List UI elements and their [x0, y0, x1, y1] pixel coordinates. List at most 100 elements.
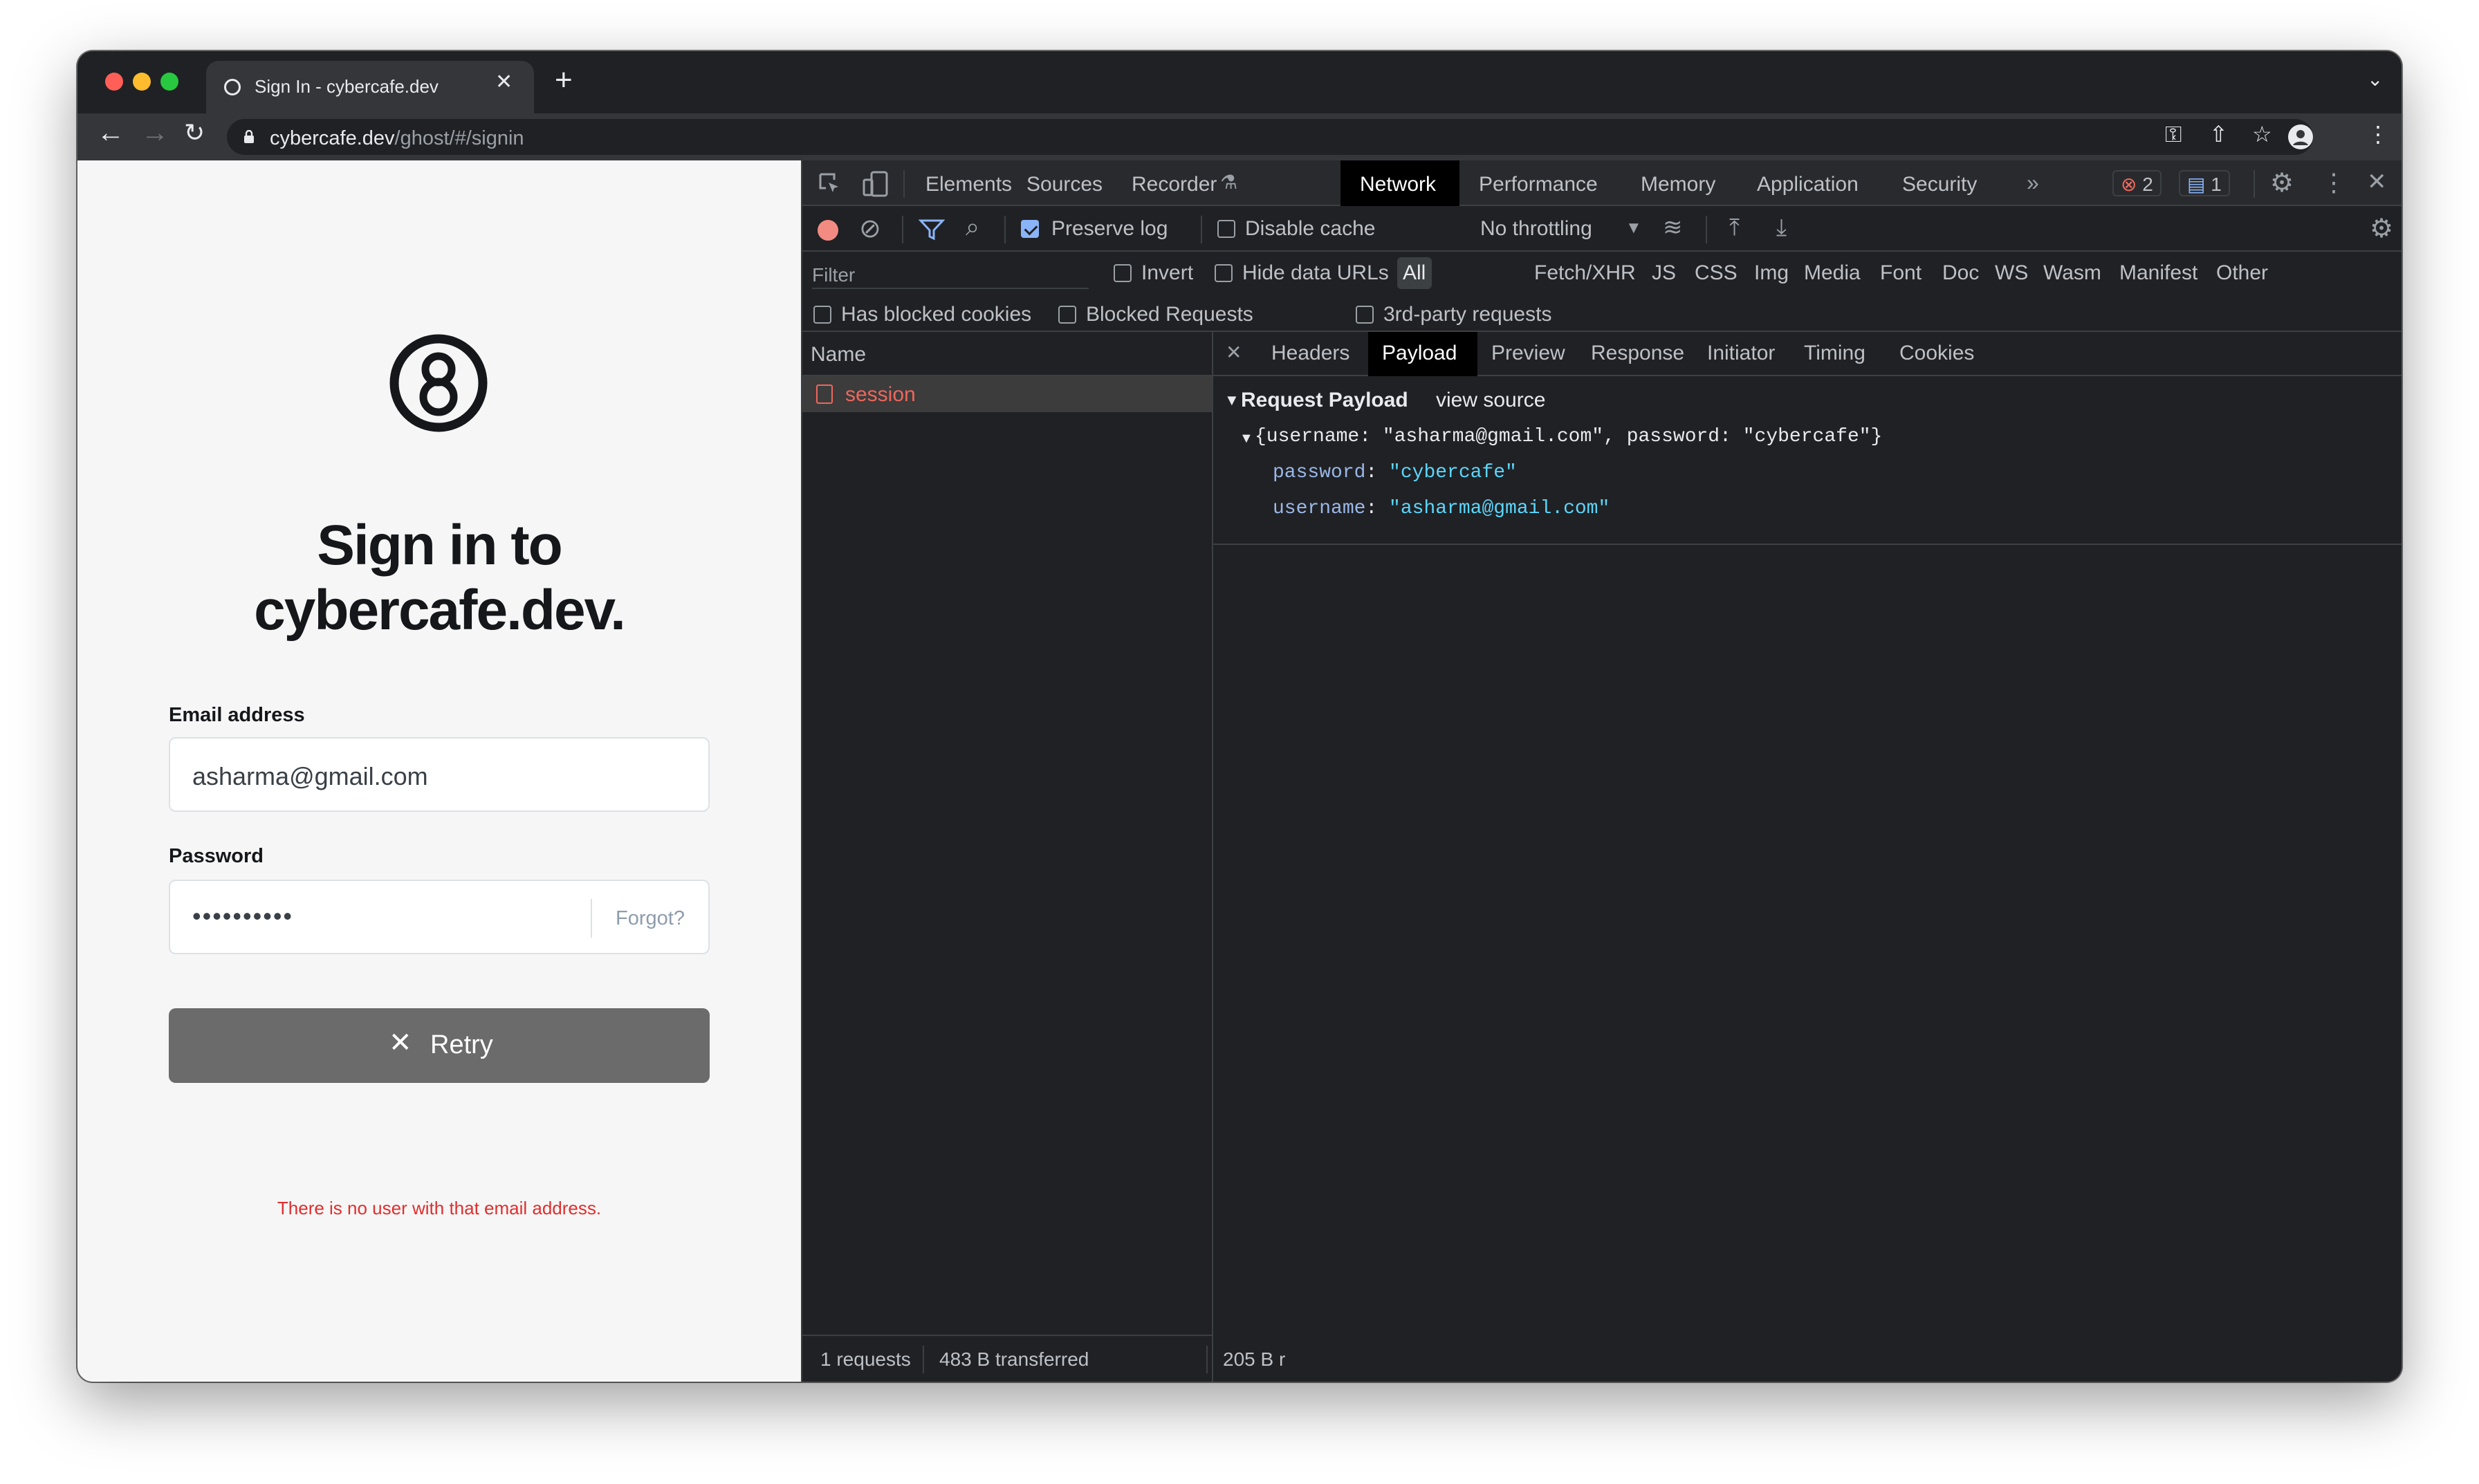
network-conditions-icon[interactable]: ≋: [1663, 216, 1683, 239]
payload-colon: :: [1365, 498, 1390, 519]
record-button[interactable]: [818, 220, 838, 241]
forgot-link[interactable]: Forgot?: [616, 907, 685, 930]
detail-tab-response[interactable]: Response: [1591, 342, 1684, 365]
tab-elements[interactable]: Elements: [925, 173, 1012, 196]
detail-tab-cookies[interactable]: Cookies: [1899, 342, 1974, 365]
tab-recorder[interactable]: Recorder: [1132, 173, 1217, 196]
tab-application[interactable]: Application: [1757, 173, 1859, 196]
globe-icon: [224, 79, 241, 95]
payload-field-value: "asharma@gmail.com": [1389, 498, 1610, 519]
view-source-link[interactable]: view source: [1436, 389, 1545, 412]
payload-section-title[interactable]: Request Payload: [1241, 389, 1408, 412]
search-icon[interactable]: ⌕: [966, 214, 979, 239]
detail-tab-initiator[interactable]: Initiator: [1707, 342, 1775, 365]
error-badge[interactable]: ⊗ 2: [2112, 170, 2162, 196]
type-filter-doc[interactable]: Doc: [1942, 261, 1979, 285]
close-tab-icon[interactable]: ✕: [495, 72, 513, 93]
type-filter-media[interactable]: Media: [1804, 261, 1861, 285]
signin-heading-line2: cybercafe.dev.: [254, 579, 626, 642]
disable-cache-checkbox[interactable]: [1217, 220, 1235, 238]
browser-toolbar: ← → ↻ cybercafe.dev/ghost/#/signin ⚿ ⇧ ☆…: [77, 113, 2402, 160]
blocked-requests-checkbox[interactable]: [1058, 306, 1076, 324]
ghost-logo-icon: [389, 334, 488, 432]
expand-object-icon[interactable]: ▼: [1240, 432, 1253, 445]
tab-memory[interactable]: Memory: [1641, 173, 1715, 196]
toolbar-divider: [1201, 216, 1202, 243]
throttling-select[interactable]: No throttling: [1480, 217, 1592, 241]
request-row[interactable]: session: [802, 376, 1212, 412]
type-filter-wasm[interactable]: Wasm: [2043, 261, 2101, 285]
dropdown-arrow-icon[interactable]: ▼: [1625, 220, 1642, 236]
zoom-window-button[interactable]: [160, 73, 178, 91]
type-filter-manifest[interactable]: Manifest: [2119, 261, 2197, 285]
profile-icon[interactable]: [2288, 124, 2313, 149]
toolbar-divider: [1706, 216, 1707, 243]
status-divider: [923, 1346, 924, 1373]
hide-data-urls-checkbox[interactable]: [1215, 264, 1233, 282]
new-tab-button[interactable]: +: [555, 65, 573, 95]
filter-funnel-icon[interactable]: [919, 219, 945, 241]
devtools-tabbar: Elements Sources Recorder ⚗ Network Perf…: [802, 160, 2402, 206]
back-button[interactable]: ←: [97, 119, 125, 147]
inspect-element-icon[interactable]: [818, 171, 842, 196]
toolbar-divider: [903, 170, 905, 198]
preserve-log-checkbox[interactable]: [1021, 220, 1039, 238]
type-filter-all[interactable]: All: [1403, 261, 1426, 285]
import-har-icon[interactable]: ⤒: [1729, 216, 1740, 239]
third-party-checkbox[interactable]: [1356, 306, 1374, 324]
type-filter-ws[interactable]: WS: [1995, 261, 2028, 285]
tab-network[interactable]: Network: [1360, 173, 1436, 196]
third-party-label: 3rd-party requests: [1383, 303, 1552, 326]
detail-tab-timing[interactable]: Timing: [1804, 342, 1865, 365]
name-header-label: Name: [811, 343, 867, 366]
type-filter-css[interactable]: CSS: [1695, 261, 1738, 285]
key-icon[interactable]: ⚿: [2165, 123, 2182, 145]
email-field[interactable]: asharma@gmail.com: [169, 737, 710, 812]
has-blocked-cookies-label: Has blocked cookies: [841, 303, 1032, 326]
device-toolbar-icon[interactable]: [862, 170, 890, 198]
export-har-icon[interactable]: ⤓: [1776, 216, 1787, 239]
password-field[interactable]: •••••••••• Forgot?: [169, 880, 710, 954]
close-devtools-icon[interactable]: ✕: [2367, 170, 2387, 194]
browser-tab[interactable]: Sign In - cybercafe.dev ✕: [206, 61, 534, 113]
reload-button[interactable]: ↻: [184, 120, 205, 145]
message-badge[interactable]: ▤ 1: [2179, 170, 2230, 196]
detail-tab-headers[interactable]: Headers: [1271, 342, 1349, 365]
share-icon[interactable]: ⇧: [2209, 123, 2228, 145]
type-filter-other[interactable]: Other: [2216, 261, 2268, 285]
type-filter-fetch-xhr[interactable]: Fetch/XHR: [1534, 261, 1636, 285]
flask-icon: ⚗: [1220, 171, 1238, 193]
has-blocked-cookies-checkbox[interactable]: [813, 306, 831, 324]
bookmark-star-icon[interactable]: ☆: [2252, 123, 2272, 145]
network-settings-gear-icon[interactable]: ⚙: [2370, 216, 2393, 242]
type-filter-js[interactable]: JS: [1652, 261, 1676, 285]
tab-security[interactable]: Security: [1902, 173, 1977, 196]
invert-checkbox[interactable]: [1114, 264, 1132, 282]
more-tabs-chevron-icon[interactable]: »: [2027, 171, 2039, 194]
browser-menu-icon[interactable]: ⋮: [2367, 123, 2389, 145]
clear-icon[interactable]: ⊘: [859, 216, 881, 242]
retry-button[interactable]: ✕ Retry: [169, 1008, 710, 1083]
detail-tab-preview[interactable]: Preview: [1491, 342, 1565, 365]
expand-triangle-icon[interactable]: ▼: [1224, 393, 1240, 408]
name-column-header[interactable]: Name: [802, 332, 1212, 376]
detail-tab-payload[interactable]: Payload: [1382, 342, 1457, 365]
close-window-button[interactable]: [105, 73, 123, 91]
tab-search-chevron-icon[interactable]: ⌄: [2367, 68, 2383, 91]
request-name: session: [845, 383, 916, 406]
settings-gear-icon[interactable]: ⚙: [2270, 170, 2294, 196]
payload-divider: [1213, 544, 2402, 545]
filter-input[interactable]: Filter: [812, 261, 1089, 289]
password-value: ••••••••••: [192, 902, 294, 930]
address-bar[interactable]: cybercafe.dev/ghost/#/signin: [227, 119, 2313, 155]
minimize-window-button[interactable]: [133, 73, 151, 91]
type-filter-font[interactable]: Font: [1880, 261, 1922, 285]
tab-performance[interactable]: Performance: [1479, 173, 1598, 196]
payload-field: username: "asharma@gmail.com": [1273, 498, 1610, 519]
close-details-icon[interactable]: ✕: [1226, 343, 1242, 362]
devtools-menu-icon[interactable]: ⋮: [2321, 170, 2346, 195]
type-filter-img[interactable]: Img: [1754, 261, 1789, 285]
tab-sources[interactable]: Sources: [1026, 173, 1103, 196]
forward-button[interactable]: →: [141, 119, 169, 147]
network-toolbar: ⊘ ⌕ Preserve log Disable cache No thrott…: [802, 206, 2402, 252]
